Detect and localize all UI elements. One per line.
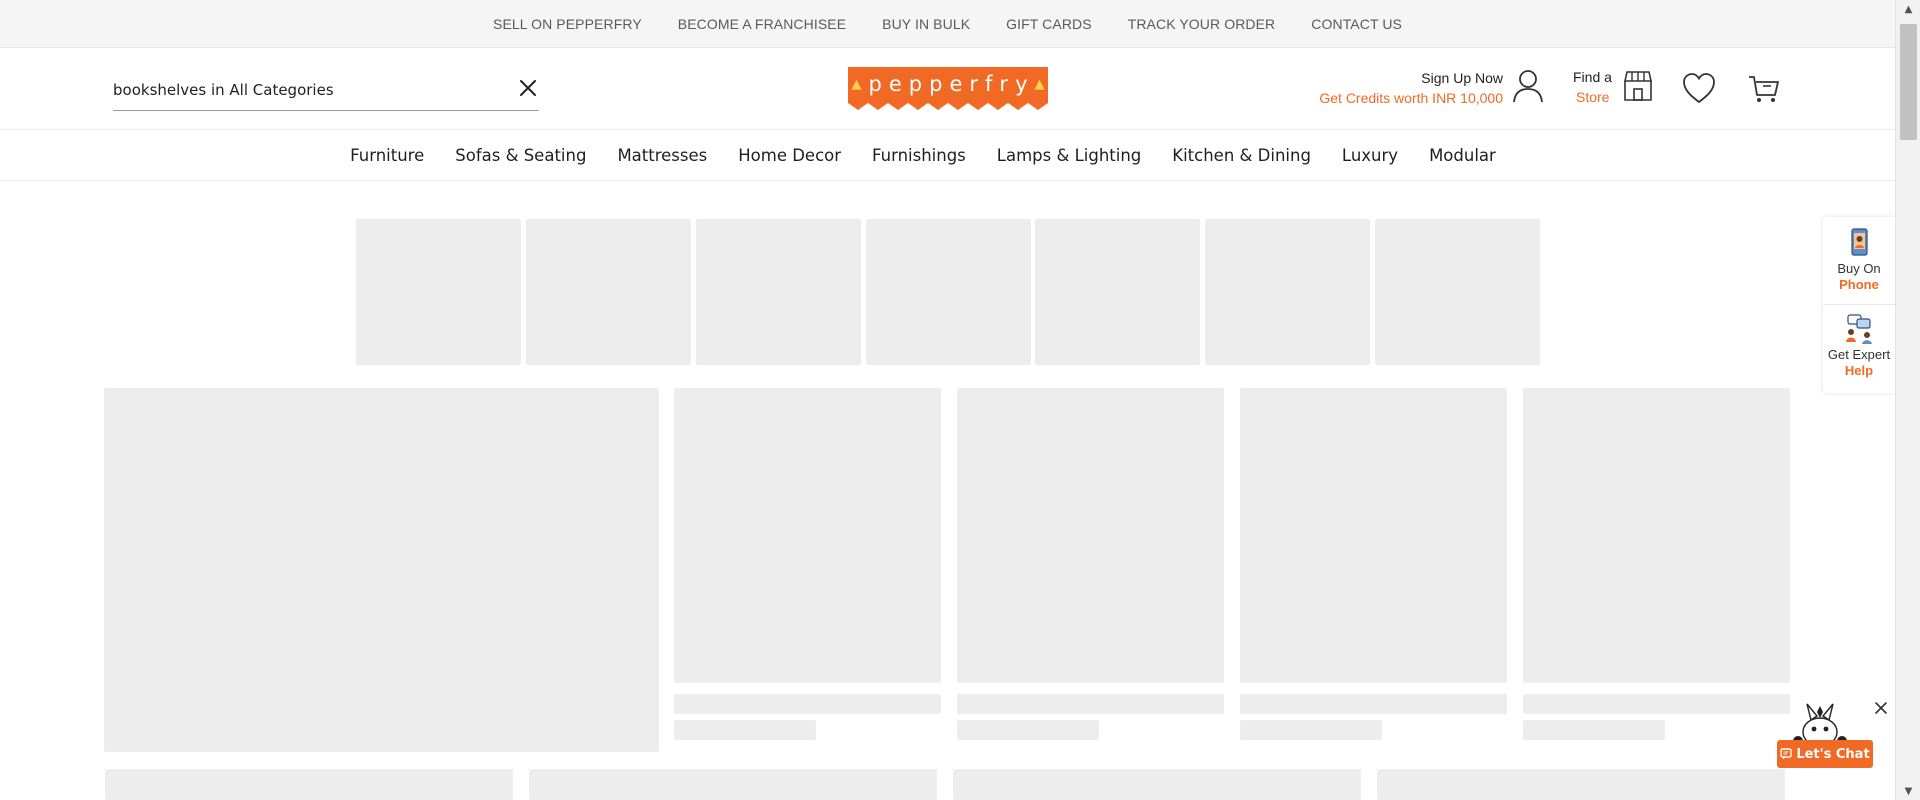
skeleton-product-image — [674, 388, 941, 683]
skeleton-category-tile — [696, 219, 861, 365]
skeleton-product-image — [1523, 388, 1790, 683]
store-icon — [1621, 69, 1655, 103]
buy-on-label: Buy On — [1837, 261, 1881, 276]
find-a-store-button[interactable]: Find a Store — [1570, 66, 1656, 110]
logo-letter: p — [929, 72, 943, 96]
pepperfry-logo[interactable]: ▲ p e p p e r f r y ▲ — [848, 67, 1048, 111]
scroll-thumb[interactable] — [1900, 24, 1917, 140]
skeleton-card — [1377, 769, 1785, 800]
track-your-order-link[interactable]: TRACK YOUR ORDER — [1128, 16, 1276, 32]
category-kitchen-dining[interactable]: Kitchen & Dining — [1172, 146, 1311, 165]
skeleton-category-tile — [356, 219, 521, 365]
category-furniture[interactable]: Furniture — [350, 146, 424, 165]
logo-letter: e — [888, 72, 902, 96]
logo-banner: ▲ p e p p e r f r y ▲ — [848, 67, 1048, 101]
cart-icon[interactable] — [1747, 71, 1781, 105]
help-label: Help — [1844, 363, 1874, 378]
lets-chat-label: Let's Chat — [1796, 746, 1870, 762]
diya-icon: ▲ — [851, 76, 862, 92]
skeleton-product-price — [674, 720, 816, 740]
logo-letter: r — [969, 72, 979, 96]
sign-up-button[interactable]: Sign Up Now Get Credits worth INR 10,000 — [1300, 67, 1550, 111]
search-bar — [113, 69, 539, 111]
logo-letter: y — [1015, 72, 1028, 96]
skeleton-card — [105, 769, 513, 800]
heart-icon[interactable] — [1681, 71, 1717, 105]
category-furnishings[interactable]: Furnishings — [872, 146, 966, 165]
diya-icon: ▲ — [1034, 76, 1045, 92]
skeleton-category-tile — [1205, 219, 1370, 365]
category-mattresses[interactable]: Mattresses — [617, 146, 707, 165]
skeleton-product-title — [1240, 694, 1507, 714]
gift-cards-link[interactable]: GIFT CARDS — [1006, 16, 1092, 32]
scroll-down-arrow-icon[interactable]: ▼ — [1896, 782, 1920, 800]
skeleton-category-tile — [526, 219, 691, 365]
skeleton-card — [953, 769, 1361, 800]
buy-in-bulk-link[interactable]: BUY IN BULK — [882, 16, 970, 32]
get-expert-label: Get Expert — [1827, 347, 1891, 362]
logo-letter: r — [999, 72, 1009, 96]
category-sofas-seating[interactable]: Sofas & Seating — [455, 146, 586, 165]
find-a-label: Find a — [1573, 69, 1612, 85]
skeleton-product-title — [674, 694, 941, 714]
category-nav: Furniture Sofas & Seating Mattresses Hom… — [0, 131, 1895, 181]
site-header: ▲ p e p p e r f r y ▲ Sign Up Now Get Cr… — [0, 49, 1895, 130]
floating-help-panel: Buy On Phone Get Expert Help — [1823, 217, 1895, 393]
user-icon — [1511, 68, 1545, 104]
expert-help-icon — [1823, 313, 1895, 347]
get-expert-help-button[interactable]: Get Expert Help — [1823, 313, 1895, 387]
skeleton-product-title — [1523, 694, 1790, 714]
logo-letter: f — [985, 72, 993, 96]
phone-label: Phone — [1839, 277, 1879, 292]
close-icon[interactable] — [517, 77, 539, 99]
skeleton-banner — [104, 388, 659, 752]
chat-icon — [1780, 745, 1793, 764]
page-scrollbar[interactable]: ▲ ▼ — [1895, 0, 1920, 800]
become-a-franchisee-link[interactable]: BECOME A FRANCHISEE — [678, 16, 846, 32]
logo-letter: p — [868, 72, 882, 96]
category-modular[interactable]: Modular — [1429, 146, 1496, 165]
utility-bar: SELL ON PEPPERFRY BECOME A FRANCHISEE BU… — [0, 0, 1895, 48]
skeleton-category-tile — [866, 219, 1031, 365]
skeleton-category-tile — [1035, 219, 1200, 365]
skeleton-card — [529, 769, 937, 800]
close-icon[interactable] — [1873, 700, 1889, 716]
category-luxury[interactable]: Luxury — [1342, 146, 1398, 165]
skeleton-product-price — [1240, 720, 1382, 740]
skeleton-category-tile — [1375, 219, 1540, 365]
credits-label: Get Credits worth INR 10,000 — [1319, 90, 1503, 106]
skeleton-product-title — [957, 694, 1224, 714]
scroll-up-arrow-icon[interactable]: ▲ — [1896, 0, 1920, 18]
skeleton-product-price — [957, 720, 1099, 740]
skeleton-product-price — [1523, 720, 1665, 740]
skeleton-product-image — [1240, 388, 1507, 683]
store-label: Store — [1576, 89, 1610, 105]
lets-chat-button[interactable]: Let's Chat — [1777, 740, 1873, 768]
search-input[interactable] — [113, 79, 493, 101]
sell-on-pepperfry-link[interactable]: SELL ON PEPPERFRY — [493, 16, 642, 32]
logo-letter: e — [949, 72, 963, 96]
chat-widget: Let's Chat — [1775, 700, 1887, 770]
phone-icon — [1823, 227, 1895, 261]
sign-up-label: Sign Up Now — [1421, 70, 1503, 86]
logo-letter: p — [908, 72, 923, 96]
skeleton-product-image — [957, 388, 1224, 683]
category-home-decor[interactable]: Home Decor — [738, 146, 841, 165]
contact-us-link[interactable]: CONTACT US — [1311, 16, 1402, 32]
buy-on-phone-button[interactable]: Buy On Phone — [1823, 227, 1895, 305]
category-lamps-lighting[interactable]: Lamps & Lighting — [997, 146, 1142, 165]
logo-fringe — [848, 100, 1048, 110]
